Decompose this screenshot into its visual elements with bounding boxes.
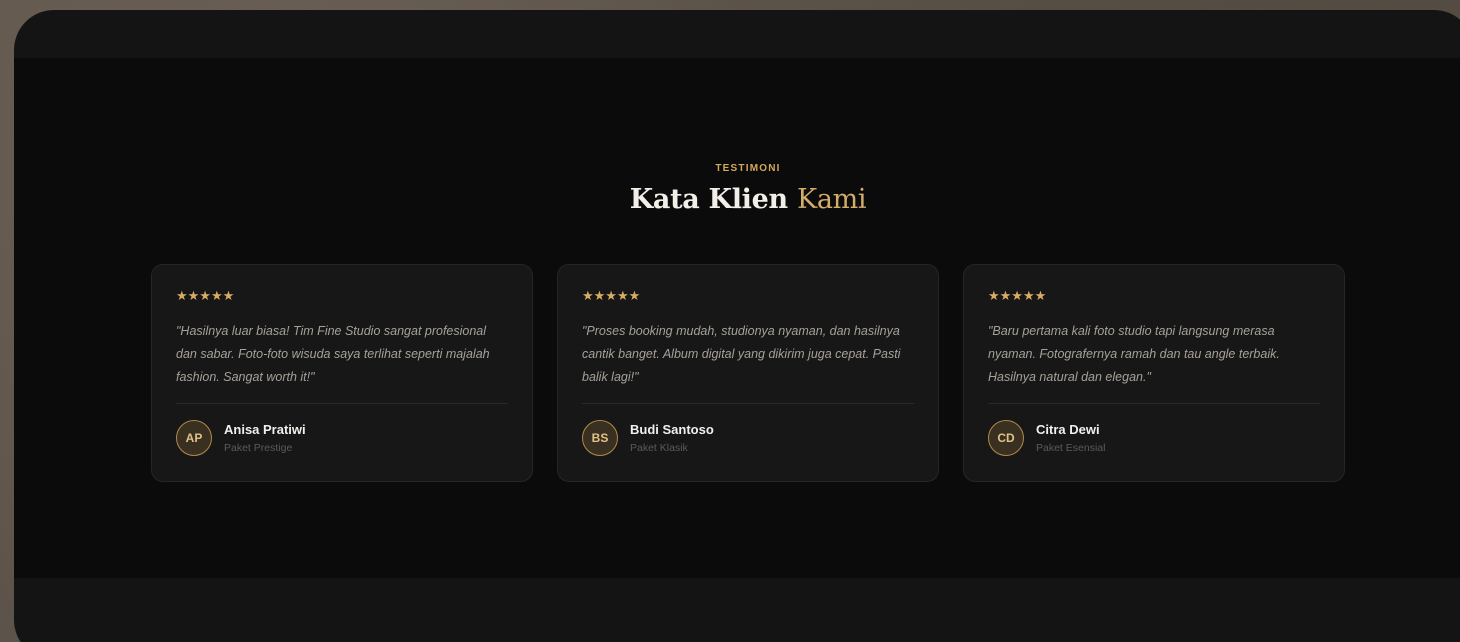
star-icons: ★★★★★ [582,288,641,303]
section-title-accent: Kami [796,184,867,215]
divider [176,403,508,404]
star-rating: ★★★★★ [582,289,914,303]
divider [582,403,914,404]
browser-frame: TESTIMONI Kata Klien Kami ★★★★★ "Hasilny… [14,10,1460,642]
testimonial-author: AP Anisa Pratiwi Paket Prestige [176,420,306,456]
author-name: Citra Dewi [1036,422,1100,437]
avatar: AP [176,420,212,456]
star-icons: ★★★★★ [176,288,235,303]
author-name: Budi Santoso [630,422,714,437]
star-rating: ★★★★★ [988,289,1320,303]
testimonial-card: ★★★★★ "Proses booking mudah, studionya n… [557,264,939,482]
author-package: Paket Esensial [1036,442,1106,454]
testimonial-cards: ★★★★★ "Hasilnya luar biasa! Tim Fine Stu… [151,264,1345,482]
avatar: CD [988,420,1024,456]
section-eyebrow: TESTIMONI [715,163,781,174]
author-name: Anisa Pratiwi [224,422,306,437]
testimonial-card: ★★★★★ "Baru pertama kali foto studio tap… [963,264,1345,482]
section-title-main: Kata Klien [629,184,797,215]
star-icons: ★★★★★ [988,288,1047,303]
testimonial-quote: "Proses booking mudah, studionya nyaman,… [582,324,901,384]
testimonial-section: TESTIMONI Kata Klien Kami ★★★★★ "Hasilny… [14,58,1460,578]
testimonial-author: BS Budi Santoso Paket Klasik [582,420,714,456]
divider [988,403,1320,404]
section-title: Kata Klien Kami [14,184,1460,215]
testimonial-card: ★★★★★ "Hasilnya luar biasa! Tim Fine Stu… [151,264,533,482]
star-rating: ★★★★★ [176,289,508,303]
avatar: BS [582,420,618,456]
testimonial-quote: "Hasilnya luar biasa! Tim Fine Studio sa… [176,324,490,384]
author-package: Paket Klasik [630,442,688,454]
author-package: Paket Prestige [224,442,293,454]
testimonial-author: CD Citra Dewi Paket Esensial [988,420,1105,456]
testimonial-quote: "Baru pertama kali foto studio tapi lang… [988,324,1280,384]
